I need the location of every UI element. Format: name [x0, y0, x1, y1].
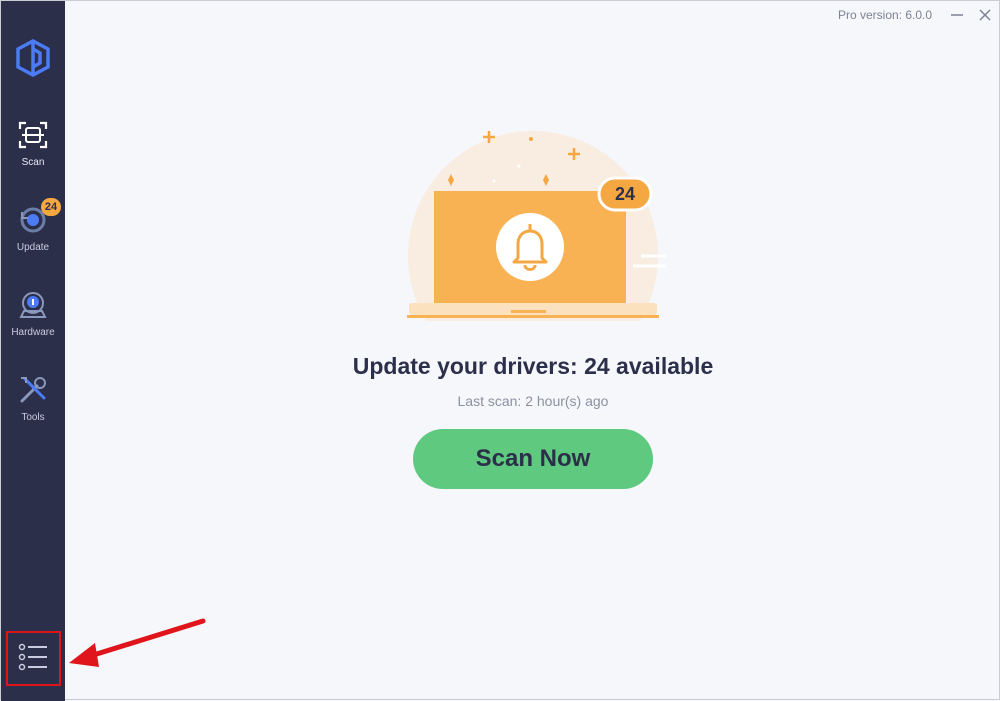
sidebar-item-scan[interactable]: Scan [1, 119, 65, 189]
update-illustration: 24 [401, 126, 666, 381]
menu-list-icon [18, 643, 47, 671]
hardware-icon [19, 292, 47, 318]
app-logo-icon [16, 39, 50, 77]
app-window: Scan 24 Update Hardware Tools Pro versio… [0, 0, 1000, 701]
sidebar-item-update[interactable]: 24 Update [1, 198, 65, 274]
sidebar-item-label: Scan [21, 157, 45, 168]
minimize-icon[interactable] [947, 5, 967, 25]
scan-icon [18, 121, 48, 149]
version-label: Pro version: 6.0.0 [838, 8, 933, 22]
close-icon[interactable] [975, 5, 995, 25]
laptop-bell-icon: 24 [401, 131, 666, 381]
sidebar-item-label: Hardware [11, 327, 55, 338]
sidebar-item-label: Update [16, 242, 50, 253]
last-scan-text: Last scan: 2 hour(s) ago [457, 393, 609, 409]
scan-now-button[interactable]: Scan Now [413, 429, 653, 489]
annotation-arrow-icon [69, 618, 206, 667]
sidebar-item-hardware[interactable]: Hardware [1, 289, 65, 359]
update-count-badge: 24 [41, 198, 61, 216]
illustration-badge: 24 [615, 184, 635, 204]
sidebar-item-tools[interactable]: Tools [1, 374, 65, 444]
page-title: Update your drivers: 24 available [352, 353, 714, 379]
sidebar: Scan 24 Update Hardware Tools [1, 1, 65, 701]
sidebar-item-label: Tools [21, 412, 45, 423]
menu-button[interactable] [6, 631, 61, 686]
